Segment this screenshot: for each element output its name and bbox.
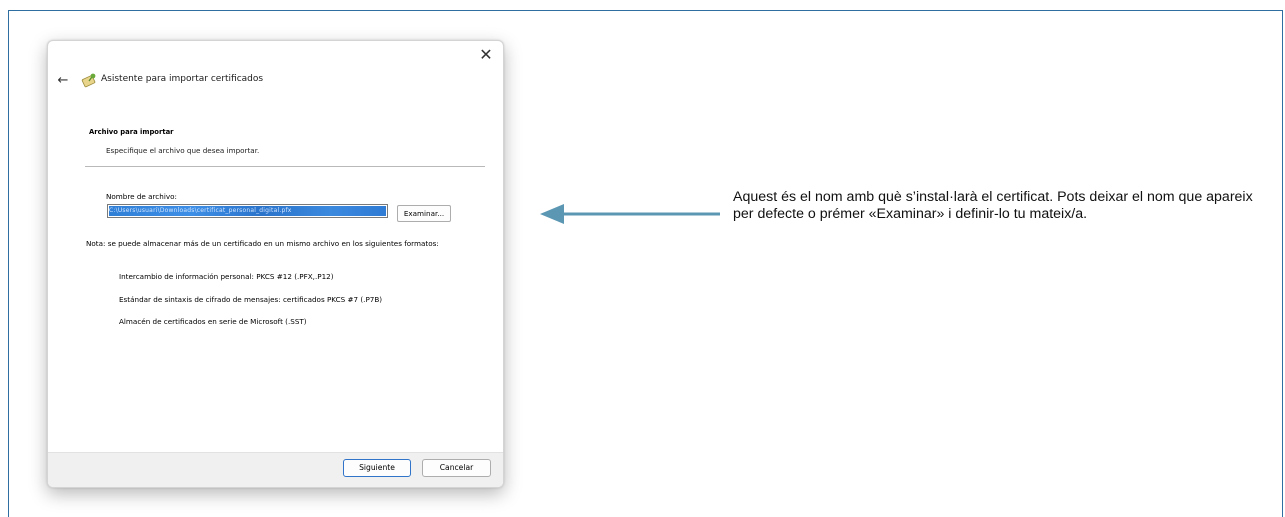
file-name-input[interactable]: C:\Users\usuari\Downloads\certificat_per… (107, 204, 388, 218)
next-button[interactable]: Siguiente (343, 459, 411, 477)
import-certificate-dialog: ✕ ← Asistente para importar certificados… (47, 40, 504, 488)
back-arrow-icon[interactable]: ← (54, 72, 72, 90)
header-divider (85, 166, 485, 167)
formats-note: Nota: se puede almacenar más de un certi… (86, 239, 439, 248)
format-item-pkcs12: Intercambio de información personal: PKC… (119, 272, 334, 281)
close-icon[interactable]: ✕ (475, 45, 497, 65)
left-arrow-pointer-icon (540, 204, 720, 224)
certificate-wizard-icon (81, 73, 96, 88)
section-subtitle: Especifique el archivo que desea importa… (106, 146, 260, 155)
browse-button[interactable]: Examinar... (397, 205, 451, 222)
section-title: Archivo para importar (89, 128, 174, 136)
format-item-sst: Almacén de certificados en serie de Micr… (119, 317, 307, 326)
file-name-selected-text: C:\Users\usuari\Downloads\certificat_per… (109, 206, 386, 216)
cancel-button[interactable]: Cancelar (422, 459, 491, 477)
annotation-text: Aquest és el nom amb què s’instal·larà e… (733, 189, 1253, 222)
format-item-pkcs7: Estándar de sintaxis de cifrado de mensa… (119, 295, 383, 304)
file-name-label: Nombre de archivo: (106, 192, 177, 201)
wizard-title: Asistente para importar certificados (101, 74, 264, 84)
